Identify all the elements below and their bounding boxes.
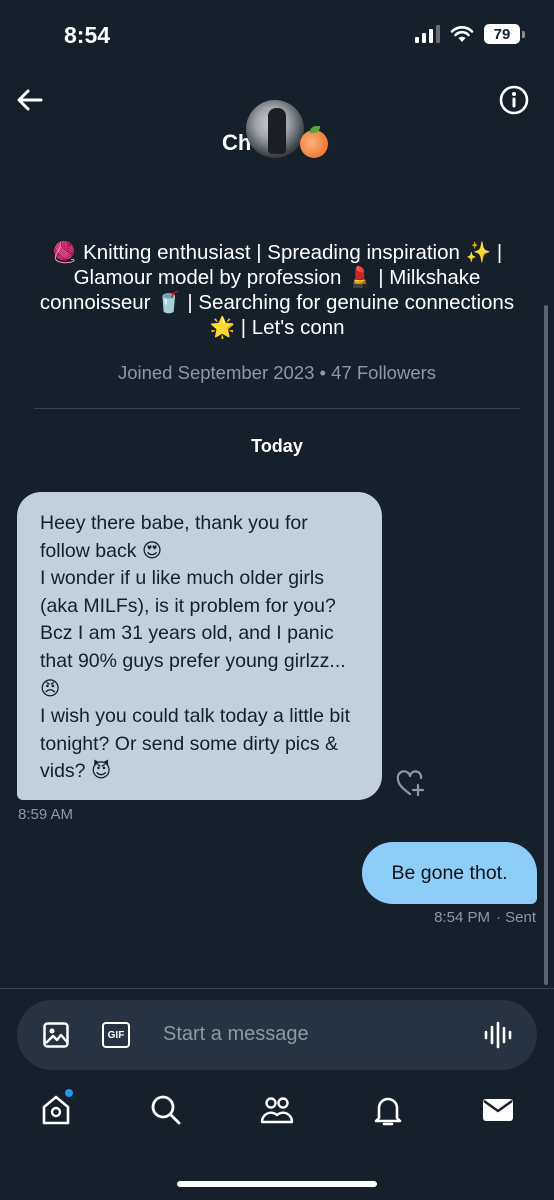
profile-joined-followers: Joined September 2023 • 47 Followers xyxy=(117,362,437,383)
message-timestamp: 8:54 PM xyxy=(434,909,490,926)
message-composer[interactable]: GIF Start a message xyxy=(17,1000,537,1070)
image-icon xyxy=(43,1022,69,1048)
avatar-figure xyxy=(268,108,286,154)
divider xyxy=(34,408,520,409)
message-line: I wish you could talk today a little bit… xyxy=(40,705,350,783)
wifi-icon xyxy=(450,26,474,42)
message-meta: 8:54 PM · Sent xyxy=(434,909,536,926)
add-gif-button[interactable]: GIF xyxy=(102,1022,130,1048)
divider xyxy=(0,988,554,989)
nav-messages[interactable] xyxy=(480,1092,516,1128)
nav-search[interactable] xyxy=(148,1092,184,1128)
message-timestamp: 8:59 AM xyxy=(18,806,74,823)
add-photo-button[interactable] xyxy=(42,1021,70,1049)
nav-communities[interactable] xyxy=(259,1092,295,1128)
nav-notifications[interactable] xyxy=(370,1092,406,1128)
profile-avatar[interactable] xyxy=(246,100,304,158)
peach-emoji-icon xyxy=(300,126,328,158)
message-input[interactable]: Start a message xyxy=(163,1023,309,1046)
cellular-signal-icon xyxy=(415,25,440,43)
communities-icon xyxy=(260,1097,294,1124)
message-text: Be gone thot. xyxy=(391,861,508,884)
message-line: I wonder if u like much older girls (aka… xyxy=(40,567,346,700)
notification-dot xyxy=(65,1089,73,1097)
message-status: · Sent xyxy=(495,909,536,926)
bell-icon xyxy=(374,1097,402,1126)
status-time: 8:54 xyxy=(64,22,111,48)
voice-waveform-icon xyxy=(484,1021,512,1049)
home-icon xyxy=(42,1095,70,1125)
add-reaction-button[interactable] xyxy=(396,770,426,798)
battery-indicator: 79 xyxy=(484,24,525,44)
profile-bio: 🧶 Knitting enthusiast | Spreading inspir… xyxy=(39,241,515,339)
heart-plus-icon xyxy=(396,770,425,797)
search-icon xyxy=(151,1095,181,1125)
status-bar: 8:54 79 xyxy=(0,0,554,70)
incoming-message-bubble[interactable]: Heey there babe, thank you for follow ba… xyxy=(17,492,382,800)
home-indicator xyxy=(177,1181,377,1187)
scrollbar[interactable] xyxy=(544,305,548,985)
status-icons: 79 xyxy=(415,24,525,44)
voice-message-button[interactable] xyxy=(483,1020,513,1050)
outgoing-message-bubble[interactable]: Be gone thot. xyxy=(362,842,537,904)
envelope-icon xyxy=(483,1099,513,1121)
message-line: Heey there babe, thank you for follow ba… xyxy=(40,512,308,562)
nav-home[interactable] xyxy=(38,1089,74,1128)
bottom-navigation xyxy=(0,1089,554,1142)
day-separator: Today xyxy=(251,436,303,456)
